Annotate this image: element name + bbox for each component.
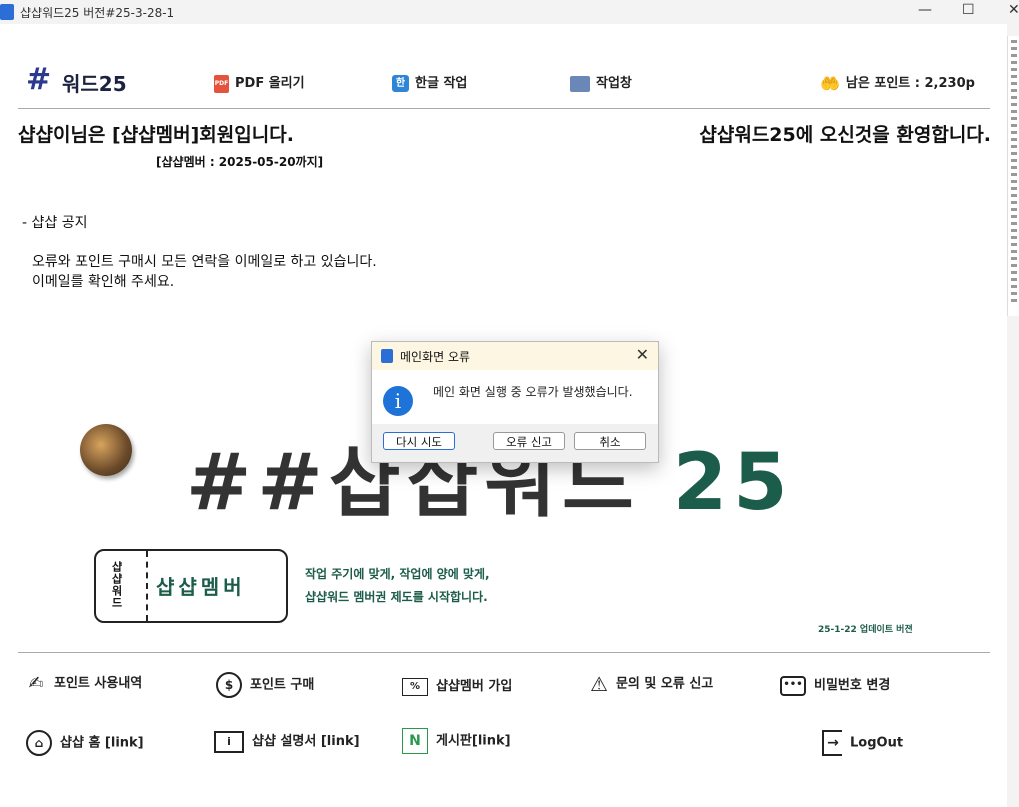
member-expiry: [샵샵멤버 : 2025-05-20까지]: [156, 155, 324, 169]
points-label: 남은 포인트 : 2,230p: [845, 76, 975, 91]
home-label: 샵샵 홈 [link]: [60, 735, 144, 751]
dialog-message: 메인 화면 실행 중 오류가 발생했습니다.: [433, 385, 633, 399]
pdf-icon: PDF: [214, 74, 229, 93]
notice-line-2: 이메일를 확인해 주세요.: [32, 274, 175, 290]
home-link[interactable]: ⌂ 샵샵 홈 [link]: [26, 730, 144, 756]
work-window-label: 작업창: [596, 76, 632, 91]
member-ticket: 샵샵워드 샵샵멤버: [94, 549, 288, 623]
point-history-label: 포인트 사용내역: [54, 676, 143, 691]
inquiry-button[interactable]: ⚠ 문의 및 오류 신고: [590, 672, 713, 696]
pdf-upload-button[interactable]: PDF PDF 올리기: [214, 72, 305, 93]
manual-link[interactable]: i 샵샵 설명서 [link]: [214, 730, 360, 753]
report-error-button[interactable]: 오류 신고: [493, 432, 565, 450]
retry-button[interactable]: 다시 시도: [383, 432, 455, 450]
exit-icon: →: [822, 730, 842, 756]
dialog-close-button[interactable]: ✕: [636, 345, 649, 364]
notice-body: 오류와 포인트 구매시 모든 연락을 이메일로 하고 있습니다. 이메일를 확인…: [32, 252, 377, 292]
member-status: 샵샵이님은 [샵샵멤버]회원입니다.: [18, 124, 294, 146]
notice-line-1: 오류와 포인트 구매시 모든 연락을 이메일로 하고 있습니다.: [32, 254, 377, 270]
side-panel: [1007, 36, 1019, 316]
discount-ticket-icon: %: [402, 677, 428, 696]
work-window-button[interactable]: 작업창: [570, 72, 632, 92]
ticket-vertical-text: 샵샵워드: [110, 561, 123, 609]
update-note: 25-1-22 업데이트 버젼: [818, 625, 913, 635]
work-window-icon: [570, 75, 590, 92]
title-bar: 샵샵워드25 버전#25-3-28-1 — ☐ ✕: [0, 0, 1019, 24]
avatar-image: [80, 424, 132, 476]
member-join-button[interactable]: % 샵샵멤버 가입: [402, 675, 512, 696]
banner-title-number: 25: [672, 438, 794, 528]
board-label: 게시판[link]: [436, 733, 511, 749]
cancel-button[interactable]: 취소: [574, 432, 646, 450]
board-link[interactable]: N 게시판[link]: [402, 728, 511, 754]
password-change-button[interactable]: ••• 비밀번호 변경: [780, 674, 890, 696]
app-icon: [0, 4, 14, 20]
close-window-button[interactable]: ✕: [1008, 2, 1019, 18]
point-buy-label: 포인트 구매: [250, 677, 315, 693]
app-icon: [381, 349, 393, 363]
ticket-text: 샵샵멤버: [156, 575, 246, 599]
member-join-label: 샵샵멤버 가입: [436, 679, 513, 694]
home-icon: ⌂: [26, 730, 52, 756]
dialog-title: 메인화면 오류: [400, 350, 471, 364]
dialog-body: i 메인 화면 실행 중 오류가 발생했습니다.: [372, 370, 658, 424]
tagline-2: 샵샵워드 멤버권 제도를 시작합니다.: [305, 590, 488, 604]
logo-text: 워드25: [62, 72, 127, 96]
pdf-label: PDF 올리기: [235, 76, 305, 91]
hangul-icon: 한: [392, 75, 409, 92]
password-icon: •••: [780, 675, 806, 696]
sign-pen-icon: ✍: [28, 672, 44, 694]
hangul-work-button[interactable]: 한 한글 작업: [392, 72, 467, 92]
info-icon: i: [383, 386, 413, 416]
divider: [18, 108, 990, 109]
coin-hand-icon: 🤲: [820, 74, 840, 93]
maximize-button[interactable]: ☐: [962, 2, 975, 18]
dollar-icon: $: [216, 672, 242, 698]
logo-hash: #: [26, 62, 52, 97]
ticket-stub: 샵샵워드: [96, 551, 148, 621]
manual-label: 샵샵 설명서 [link]: [252, 734, 360, 749]
logout-label: LogOut: [850, 735, 904, 751]
hangul-label: 한글 작업: [415, 76, 468, 91]
logout-button[interactable]: → LogOut: [822, 730, 903, 756]
welcome-text: 샵샵워드25에 오신것을 환영합니다.: [699, 124, 991, 146]
inquiry-label: 문의 및 오류 신고: [615, 676, 714, 692]
point-history-button[interactable]: ✍ 포인트 사용내역: [26, 672, 142, 695]
tagline-1: 작업 주기에 맞게, 작업에 양에 맞게,: [305, 567, 490, 581]
password-label: 비밀번호 변경: [814, 678, 891, 693]
book-icon: i: [214, 730, 244, 753]
warning-icon: ⚠: [590, 672, 608, 696]
naver-icon: N: [402, 728, 428, 754]
point-buy-button[interactable]: $ 포인트 구매: [216, 672, 314, 698]
divider: [18, 652, 990, 653]
minimize-button[interactable]: —: [918, 2, 932, 18]
dialog-title-bar: 메인화면 오류 ✕: [372, 342, 658, 370]
window-title: 샵샵워드25 버전#25-3-28-1: [20, 6, 175, 20]
notice-title: - 샵샵 공지: [22, 215, 88, 231]
points-display: 🤲 남은 포인트 : 2,230p: [820, 72, 975, 93]
error-dialog: 메인화면 오류 ✕ i 메인 화면 실행 중 오류가 발생했습니다. 다시 시도…: [371, 341, 659, 463]
